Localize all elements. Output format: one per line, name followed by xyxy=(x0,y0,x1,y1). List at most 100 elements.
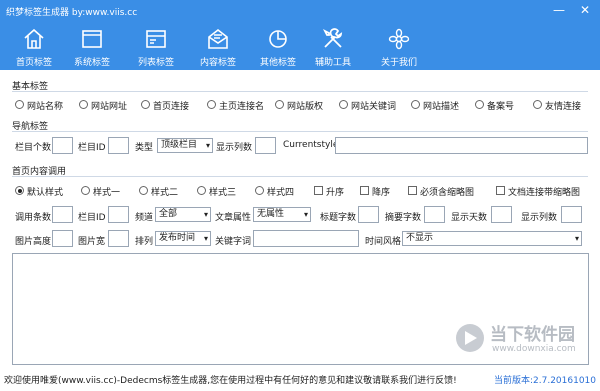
nav-tags-divider xyxy=(12,131,588,132)
img-height-input[interactable] xyxy=(52,230,73,247)
watermark-brand: 当下软件园 xyxy=(490,325,575,345)
nav-type-select[interactable]: 顶级栏目 ▾ xyxy=(157,138,213,153)
count-input[interactable] xyxy=(52,206,73,223)
tab-about-us[interactable]: 关于我们 xyxy=(370,22,428,70)
tools-icon xyxy=(322,28,343,48)
flower-icon xyxy=(388,28,410,50)
days-label: 显示天数 xyxy=(451,213,488,223)
sort-select[interactable]: 发布时间 ▾ xyxy=(155,231,211,246)
radio-home-link-name[interactable] xyxy=(207,100,216,109)
chevron-down-icon: ▾ xyxy=(205,141,210,150)
tab-content-tags[interactable]: 内容标签 xyxy=(189,22,247,70)
list-card-icon xyxy=(146,30,166,48)
basic-tags-divider xyxy=(12,91,588,92)
tab-list-tags[interactable]: 列表标签 xyxy=(127,22,185,70)
attr-label: 文章属性 xyxy=(215,213,252,223)
sort-value: 发布时间 xyxy=(159,233,196,243)
days-input[interactable] xyxy=(491,206,512,223)
nav-current-style-label: Currentstyle xyxy=(283,140,339,150)
tab-other-tags[interactable]: 其他标签 xyxy=(249,22,307,70)
radio-style-default-label: 默认样式 xyxy=(27,188,64,198)
keyword-label: 关键字词 xyxy=(215,237,252,247)
channel-value: 全部 xyxy=(159,209,178,219)
nav-col-count-label: 栏目个数 xyxy=(15,143,52,153)
attr-select[interactable]: 无属性 ▾ xyxy=(253,207,311,222)
version-link[interactable]: 当前版本:2.7.20161010 xyxy=(494,373,596,386)
check-require-thumb[interactable] xyxy=(408,186,417,195)
radio-home-link-label: 首页连接 xyxy=(153,102,190,112)
channel-select[interactable]: 全部 ▾ xyxy=(155,207,211,222)
nav-current-style-input[interactable] xyxy=(335,137,588,154)
status-message: 欢迎使用唯爱(www.viis.cc)-Dedecms标签生成器,您在使用过程中… xyxy=(4,376,457,386)
radio-site-name[interactable] xyxy=(15,100,24,109)
radio-icp-label: 备案号 xyxy=(487,102,515,112)
nav-display-cols-input[interactable] xyxy=(255,137,276,154)
tab-list-tags-label: 列表标签 xyxy=(137,58,174,68)
content-cols-input[interactable] xyxy=(561,206,582,223)
tab-home-tags-label: 首页标签 xyxy=(15,58,52,68)
time-style-select[interactable]: 不显示 ▾ xyxy=(402,231,582,246)
close-button[interactable]: ✕ xyxy=(578,3,592,17)
watermark-url: www.downxia.com xyxy=(492,344,576,354)
tab-tools-label: 辅助工具 xyxy=(314,58,351,68)
radio-description[interactable] xyxy=(411,100,420,109)
sort-label: 排列 xyxy=(135,237,154,247)
content-col-id-label: 栏目ID xyxy=(78,213,106,223)
title-len-input[interactable] xyxy=(358,206,379,223)
radio-style-4[interactable] xyxy=(255,186,264,195)
radio-icp[interactable] xyxy=(475,100,484,109)
check-asc[interactable] xyxy=(314,186,323,195)
check-asc-label: 升序 xyxy=(326,188,345,198)
watermark: 当下软件园 www.downxia.com xyxy=(454,318,594,368)
window-title: 织梦标签生成器 by:www.viis.cc xyxy=(6,8,138,18)
content-cols-label: 显示列数 xyxy=(521,213,558,223)
img-width-input[interactable] xyxy=(108,230,129,247)
home-content-divider xyxy=(12,176,588,177)
channel-label: 频道 xyxy=(135,213,154,223)
content-col-id-input[interactable] xyxy=(108,206,129,223)
radio-home-link[interactable] xyxy=(141,100,150,109)
tab-home-tags[interactable]: 首页标签 xyxy=(5,22,63,70)
tab-tools[interactable]: 辅助工具 xyxy=(304,22,362,70)
radio-style-4-label: 样式四 xyxy=(267,188,295,198)
radio-style-default[interactable] xyxy=(15,186,24,195)
nav-type-value: 顶级栏目 xyxy=(161,140,198,150)
nav-type-label: 类型 xyxy=(135,143,154,153)
status-bar: 欢迎使用唯爱(www.viis.cc)-Dedecms标签生成器,您在使用过程中… xyxy=(0,368,600,391)
summary-len-label: 摘要字数 xyxy=(385,213,422,223)
radio-friend-links[interactable] xyxy=(533,100,542,109)
chevron-down-icon: ▾ xyxy=(203,234,208,243)
radio-style-1[interactable] xyxy=(81,186,90,195)
radio-keywords[interactable] xyxy=(339,100,348,109)
title-bar: 织梦标签生成器 by:www.viis.cc — ✕ xyxy=(0,0,600,22)
radio-copyright-label: 网站版权 xyxy=(287,102,324,112)
nav-col-id-input[interactable] xyxy=(108,137,129,154)
radio-style-1-label: 样式一 xyxy=(93,188,121,198)
nav-col-id-label: 栏目ID xyxy=(78,143,106,153)
time-style-value: 不显示 xyxy=(406,233,434,243)
tab-other-tags-label: 其他标签 xyxy=(259,58,296,68)
chevron-down-icon: ▾ xyxy=(303,210,308,219)
time-style-label: 时间风格 xyxy=(365,237,402,247)
radio-copyright[interactable] xyxy=(275,100,284,109)
nav-col-count-input[interactable] xyxy=(52,137,73,154)
count-label: 调用条数 xyxy=(15,213,52,223)
tab-system-tags[interactable]: 系统标签 xyxy=(63,22,121,70)
minimize-button[interactable]: — xyxy=(552,3,566,17)
radio-style-2[interactable] xyxy=(139,186,148,195)
attr-value: 无属性 xyxy=(257,209,285,219)
keyword-input[interactable] xyxy=(253,230,359,247)
chevron-down-icon: ▾ xyxy=(574,234,579,243)
check-link-with-thumb[interactable] xyxy=(496,186,505,195)
radio-site-url[interactable] xyxy=(79,100,88,109)
check-desc[interactable] xyxy=(360,186,369,195)
check-link-with-thumb-label: 文档连接带缩略图 xyxy=(508,188,581,198)
radio-style-3-label: 样式三 xyxy=(209,188,237,198)
tab-content-tags-label: 内容标签 xyxy=(199,58,236,68)
summary-len-input[interactable] xyxy=(424,206,445,223)
home-icon xyxy=(24,28,44,49)
pie-chart-icon xyxy=(269,30,287,48)
radio-style-3[interactable] xyxy=(197,186,206,195)
radio-style-2-label: 样式二 xyxy=(151,188,179,198)
main-toolbar: 首页标签 系统标签 列表标签 内容标签 其他标签 辅助工具 关于我们 xyxy=(0,22,600,70)
